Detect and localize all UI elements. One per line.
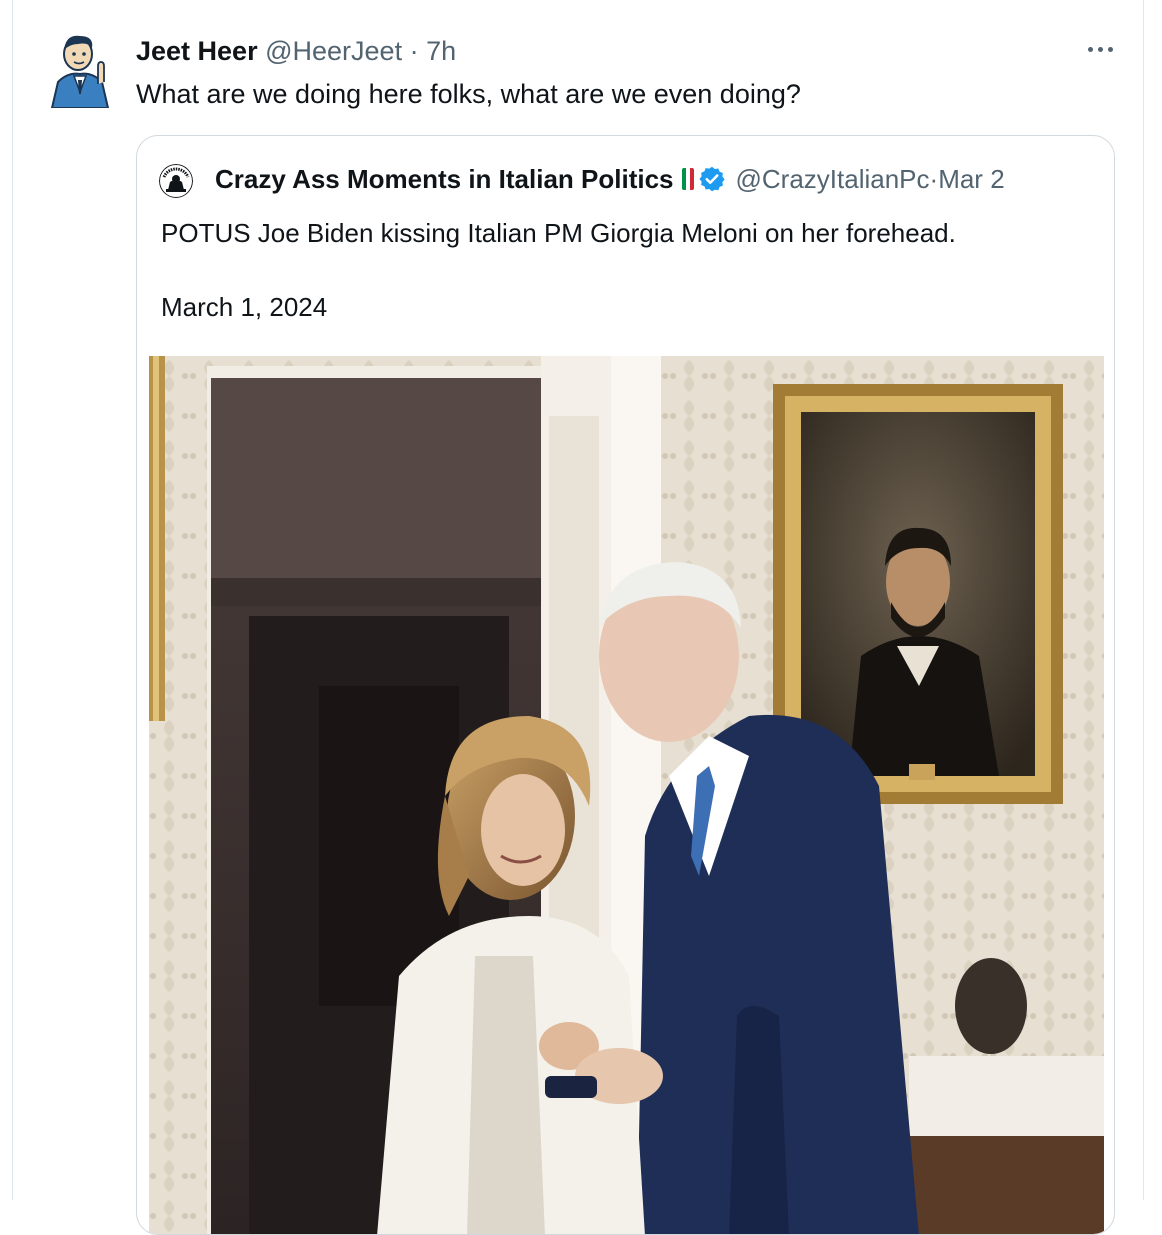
header-separator: · — [402, 36, 427, 66]
quote-date-text: March 1, 2024 — [161, 292, 328, 322]
quote-author-avatar — [159, 164, 193, 198]
quote-header: Crazy Ass Moments in Italian Politics @C… — [215, 162, 1005, 196]
tweet-header: Jeet Heer @HeerJeet · 7h — [136, 34, 456, 68]
quoted-tweet-card[interactable]: Crazy Ass Moments in Italian Politics @C… — [136, 135, 1115, 1235]
more-horizontal-icon — [1087, 46, 1113, 52]
author-avatar[interactable] — [44, 28, 116, 108]
quote-photo[interactable] — [149, 356, 1104, 1235]
author-name[interactable]: Jeet Heer — [136, 36, 258, 66]
quote-date: Mar 2 — [938, 164, 1005, 194]
tweet-text: What are we doing here folks, what are w… — [136, 79, 801, 109]
author-handle[interactable]: @HeerJeet — [265, 36, 402, 66]
italy-flag-icon — [681, 168, 694, 190]
quote-separator: · — [929, 164, 939, 194]
more-options-button[interactable] — [1080, 32, 1120, 66]
quote-author-handle: @CrazyItalianPc — [735, 164, 930, 194]
tweet-timestamp[interactable]: 7h — [426, 36, 456, 66]
quote-text: POTUS Joe Biden kissing Italian PM Giorg… — [161, 218, 956, 248]
verified-badge-icon — [698, 166, 725, 192]
quote-author-name: Crazy Ass Moments in Italian Politics — [215, 164, 674, 194]
